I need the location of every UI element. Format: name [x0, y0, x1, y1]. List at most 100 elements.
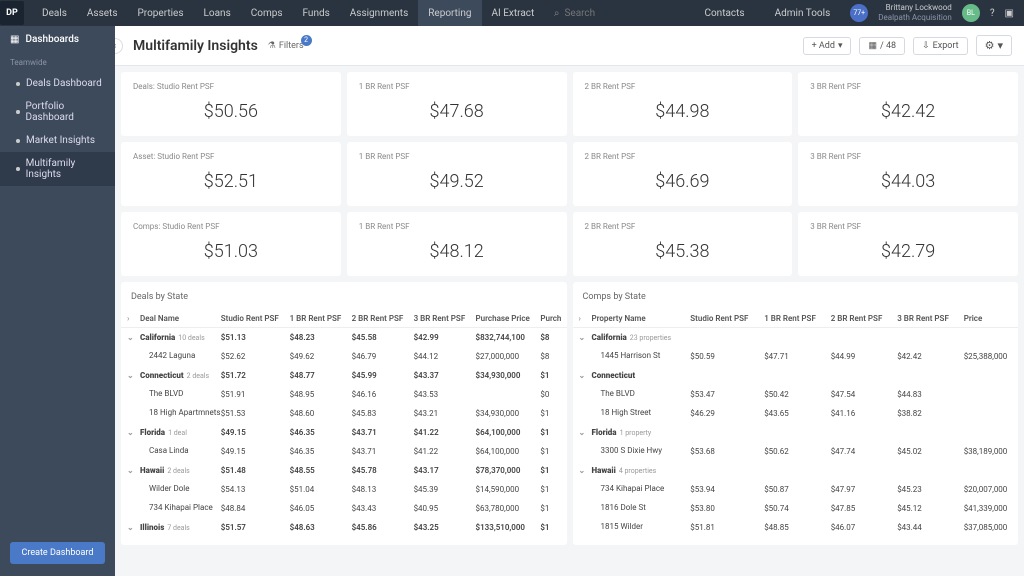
group-row[interactable]: ⌄Florida1 deal$49.15$46.35$43.71$41.22$6… — [121, 423, 567, 442]
metric-card[interactable]: Deals: Studio Rent PSF$50.56 — [121, 72, 341, 136]
column-header[interactable]: 3 BR Rent PSF — [411, 310, 473, 328]
collapse-icon[interactable]: ⌄ — [127, 371, 134, 380]
search-box[interactable]: ⌕ — [554, 8, 685, 19]
metric-card[interactable]: 3 BR Rent PSF$42.79 — [798, 212, 1018, 276]
expand-all-icon[interactable]: › — [127, 314, 129, 323]
collapse-icon[interactable]: ⌄ — [127, 333, 134, 342]
search-input[interactable] — [564, 8, 684, 19]
collapse-sidebar-button[interactable]: ‹ — [115, 38, 123, 54]
collapse-icon[interactable]: ⌄ — [127, 523, 134, 532]
column-header[interactable]: Studio Rent PSF — [218, 310, 287, 328]
cell: $51.04 — [287, 480, 349, 499]
collapse-icon[interactable]: ⌄ — [579, 333, 586, 342]
metric-card[interactable]: 3 BR Rent PSF$42.42 — [798, 72, 1018, 136]
sidebar-item-portfolio-dashboard[interactable]: Portfolio Dashboard — [0, 95, 115, 129]
group-row[interactable]: ⌄Florida1 property — [573, 423, 1019, 442]
cell: $48.95 — [287, 385, 349, 404]
table-row[interactable]: 18 High Street$46.29$43.65$41.16$38.82 — [573, 404, 1019, 423]
sidebar-header[interactable]: ▦ Dashboards — [0, 26, 115, 53]
metric-card[interactable]: 1 BR Rent PSF$49.52 — [347, 142, 567, 206]
nav-assignments[interactable]: Assignments — [340, 0, 418, 26]
nav-properties[interactable]: Properties — [128, 0, 194, 26]
column-header[interactable]: Property Name — [589, 310, 688, 328]
add-button[interactable]: + Add ▾ — [803, 37, 852, 55]
nav-comps[interactable]: Comps — [241, 0, 293, 26]
table-row[interactable]: Wilder Dole$54.13$51.04$48.13$45.39$14,5… — [121, 480, 567, 499]
nav-ai-extract[interactable]: AI Extract — [482, 0, 545, 26]
column-header[interactable]: Deal Name — [137, 310, 218, 328]
sidebar-item-market-insights[interactable]: Market Insights — [0, 129, 115, 152]
nav-reporting[interactable]: Reporting — [418, 0, 481, 26]
user-info[interactable]: Brittany Lockwood Dealpath Acquisition — [878, 3, 952, 22]
nav-loans[interactable]: Loans — [194, 0, 241, 26]
contacts-link[interactable]: Contacts — [694, 0, 754, 26]
table-row[interactable]: 734 Kihapai Place$53.94$50.87$47.97$45.2… — [573, 480, 1019, 499]
chat-icon[interactable]: ▣ — [1005, 8, 1014, 19]
group-row[interactable]: ⌄California23 properties — [573, 328, 1019, 348]
metric-card[interactable]: Asset: Studio Rent PSF$52.51 — [121, 142, 341, 206]
metric-card[interactable]: 2 BR Rent PSF$44.98 — [573, 72, 793, 136]
bullet-icon — [16, 167, 20, 171]
table-row[interactable]: 2442 Laguna$52.62$49.62$46.79$44.12$27,0… — [121, 347, 567, 366]
collapse-icon[interactable]: ⌄ — [127, 428, 134, 437]
table-row[interactable]: 1445 Harrison St$50.59$47.71$44.99$42.42… — [573, 347, 1019, 366]
table-row[interactable]: 18 High Apartmnets$51.53$48.60$45.83$43.… — [121, 404, 567, 423]
count-button[interactable]: ▦ / 48 — [859, 37, 905, 55]
cell — [961, 328, 1018, 348]
metric-card[interactable]: 2 BR Rent PSF$45.38 — [573, 212, 793, 276]
metric-card[interactable]: 1 BR Rent PSF$48.12 — [347, 212, 567, 276]
collapse-icon[interactable]: ⌄ — [579, 466, 586, 475]
sidebar-item-multifamily-insights[interactable]: Multifamily Insights — [0, 152, 115, 186]
row-name: 3300 S Dixie Hwy — [589, 442, 688, 461]
notification-badge[interactable]: 77+ — [850, 4, 868, 22]
expand-all-icon[interactable]: › — [579, 314, 581, 323]
group-row[interactable]: ⌄Hawaii2 deals$51.48$48.55$45.78$43.17$7… — [121, 461, 567, 480]
column-header[interactable]: Studio Rent PSF — [687, 310, 761, 328]
nav-funds[interactable]: Funds — [293, 0, 340, 26]
table-row[interactable]: Casa Linda$49.15$46.35$43.71$41.22$64,10… — [121, 442, 567, 461]
export-button[interactable]: ⇩ Export — [913, 37, 968, 55]
group-row[interactable]: ⌄Connecticut — [573, 366, 1019, 385]
cell: $45.78 — [349, 461, 411, 480]
table-row[interactable]: The BLVD$51.91$48.95$46.16$43.53$0 — [121, 385, 567, 404]
column-header[interactable]: Purchase Price — [473, 310, 538, 328]
group-row[interactable]: ⌄California10 deals$51.13$48.23$45.58$42… — [121, 328, 567, 348]
column-header[interactable]: 1 BR Rent PSF — [287, 310, 349, 328]
column-header[interactable]: 2 BR Rent PSF — [828, 310, 895, 328]
collapse-icon[interactable]: ⌄ — [127, 466, 134, 475]
settings-button[interactable]: ⚙ ▾ — [976, 35, 1012, 56]
table-row[interactable]: The BLVD$53.47$50.42$47.54$44.83 — [573, 385, 1019, 404]
sidebar-section: Teamwide — [0, 53, 115, 72]
cell: $43.71 — [349, 442, 411, 461]
metric-label: 1 BR Rent PSF — [359, 152, 555, 161]
table-row[interactable]: 734 Kihapai Place$48.84$46.05$43.43$40.9… — [121, 499, 567, 518]
group-row[interactable]: ⌄Illinois7 deals$51.57$48.63$45.86$43.25… — [121, 518, 567, 537]
group-row[interactable]: ⌄Hawaii4 properties — [573, 461, 1019, 480]
column-header[interactable]: 3 BR Rent PSF — [894, 310, 961, 328]
collapse-icon[interactable]: ⌄ — [579, 428, 586, 437]
nav-deals[interactable]: Deals — [32, 0, 77, 26]
metric-card[interactable]: 1 BR Rent PSF$47.68 — [347, 72, 567, 136]
table-row[interactable]: 1815 Wilder$51.81$48.85$46.07$43.44$37,0… — [573, 518, 1019, 537]
create-dashboard-button[interactable]: Create Dashboard — [10, 542, 105, 564]
filters-button[interactable]: ⚗ Filters 2 — [268, 41, 304, 51]
column-header[interactable]: 1 BR Rent PSF — [761, 310, 828, 328]
metric-card[interactable]: 3 BR Rent PSF$44.03 — [798, 142, 1018, 206]
admin-tools-link[interactable]: Admin Tools — [765, 0, 841, 26]
avatar[interactable]: BL — [962, 4, 980, 22]
column-header[interactable]: Price — [961, 310, 1018, 328]
collapse-icon[interactable]: ⌄ — [579, 371, 586, 380]
help-icon[interactable]: ? — [990, 8, 995, 19]
table-row[interactable]: 1816 Dole St$53.80$50.74$47.85$45.12$41,… — [573, 499, 1019, 518]
metric-card[interactable]: Comps: Studio Rent PSF$51.03 — [121, 212, 341, 276]
app-logo[interactable]: DP — [0, 1, 24, 25]
metric-card[interactable]: 2 BR Rent PSF$46.69 — [573, 142, 793, 206]
column-header[interactable]: Purch — [537, 310, 566, 328]
sidebar-item-deals-dashboard[interactable]: Deals Dashboard — [0, 72, 115, 95]
group-row[interactable]: ⌄Connecticut2 deals$51.72$48.77$45.99$43… — [121, 366, 567, 385]
column-header[interactable]: 2 BR Rent PSF — [349, 310, 411, 328]
nav-assets[interactable]: Assets — [77, 0, 128, 26]
table-row[interactable]: 3300 S Dixie Hwy$53.68$50.62$47.74$45.02… — [573, 442, 1019, 461]
cell: $44.99 — [828, 347, 895, 366]
cell: $45.02 — [894, 442, 961, 461]
